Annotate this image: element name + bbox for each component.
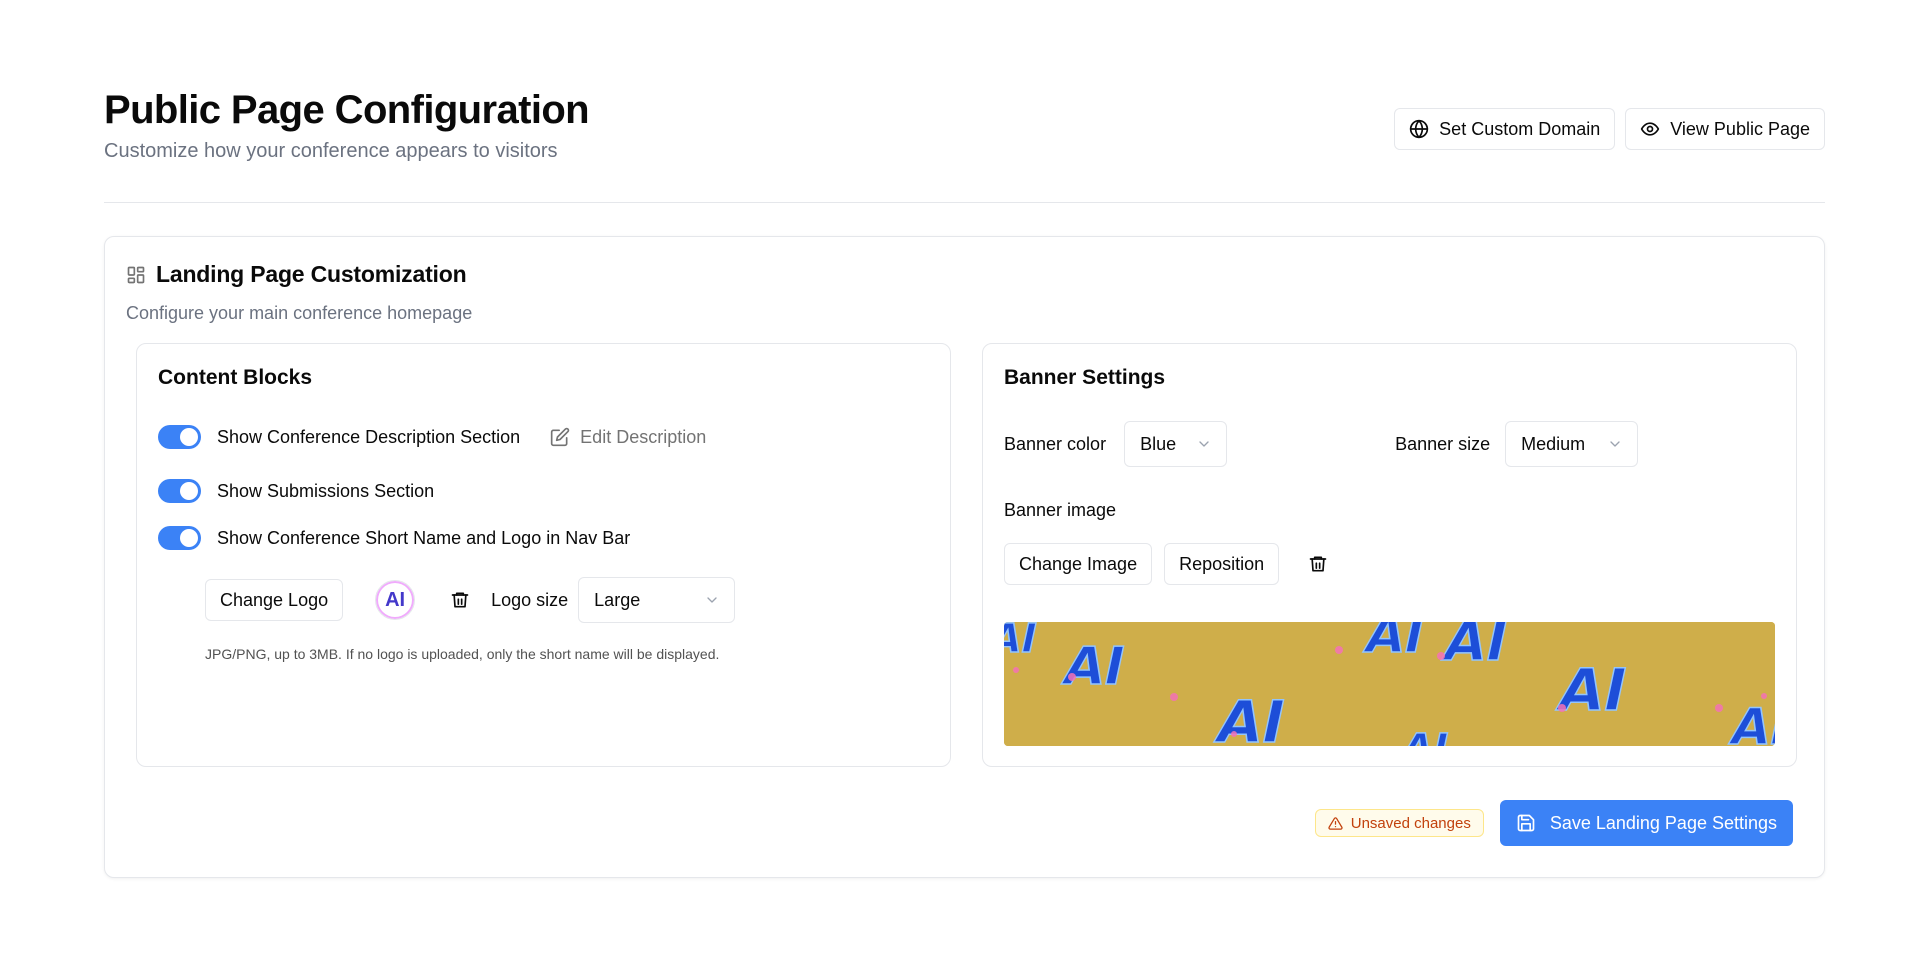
banner-size-value: Medium [1521, 433, 1586, 454]
banner-size-label: Banner size [1395, 433, 1491, 454]
change-logo-button[interactable]: Change Logo [205, 579, 344, 621]
footer-actions: Unsaved changes Save Landing Page Settin… [1314, 800, 1793, 846]
header-actions: Set Custom Domain View Public Page [1394, 108, 1825, 150]
page-title: Public Page Configuration [104, 88, 590, 132]
toggle-row-description: Show Conference Description Section Edit… [158, 425, 706, 449]
unsaved-changes-label: Unsaved changes [1350, 814, 1471, 832]
warning-icon [1328, 816, 1343, 830]
toggle-label: Show Conference Description Section [217, 426, 521, 447]
logo-size-label: Logo size [491, 589, 569, 610]
chevron-down-icon [707, 597, 717, 603]
view-public-page-label: View Public Page [1670, 118, 1810, 139]
set-custom-domain-label: Set Custom Domain [1439, 118, 1601, 139]
set-custom-domain-button[interactable]: Set Custom Domain [1394, 108, 1616, 150]
card-subtitle: Configure your main conference homepage [126, 303, 473, 323]
toggle-label: Show Submissions Section [217, 480, 435, 501]
page-subtitle: Customize how your conference appears to… [104, 140, 558, 162]
page-header: Public Page Configuration Customize how … [104, 84, 590, 163]
globe-icon [1410, 119, 1429, 139]
banner-letters: AI [1211, 689, 1292, 746]
banner-options-row: Banner color Blue Banner size Medium [1004, 421, 1639, 467]
toggle-knob [180, 428, 198, 446]
save-landing-page-label: Save Landing Page Settings [1549, 812, 1777, 833]
save-landing-page-button[interactable]: Save Landing Page Settings [1499, 800, 1793, 846]
navbar-logo-toggle[interactable] [158, 526, 201, 550]
banner-size-select[interactable]: Medium [1505, 421, 1639, 467]
toggle-knob [180, 529, 198, 547]
toggle-knob [180, 482, 198, 500]
chevron-down-icon [1199, 441, 1209, 447]
logo-preview: AI [375, 580, 416, 620]
change-image-button[interactable]: Change Image [1004, 543, 1153, 585]
content-blocks-panel: Content Blocks Show Conference Descripti… [136, 343, 951, 767]
layout-grid-icon [127, 266, 145, 283]
toggle-row-navbar: Show Conference Short Name and Logo in N… [158, 526, 630, 550]
trash-icon [451, 592, 469, 608]
banner-image: AI AI AI AI AI AI AI AI [1004, 622, 1775, 746]
eye-icon [1641, 122, 1660, 136]
unsaved-changes-badge: Unsaved changes [1314, 809, 1484, 837]
edit-description-label: Edit Description [580, 426, 707, 447]
card-header: Landing Page Customization [126, 261, 467, 288]
header-divider [104, 202, 1825, 203]
banner-image-preview: AI AI AI AI AI AI AI AI [1004, 622, 1775, 746]
content-blocks-title: Content Blocks [158, 366, 313, 389]
submissions-section-toggle[interactable] [158, 479, 201, 503]
change-logo-label: Change Logo [220, 589, 329, 610]
banner-color-value: Blue [1140, 433, 1177, 454]
banner-color-label: Banner color [1004, 433, 1107, 454]
banner-color-select[interactable]: Blue [1124, 421, 1228, 467]
logo-size-value: Large [594, 589, 641, 610]
banner-settings-panel: Banner Settings Banner color Blue Banner… [982, 343, 1797, 767]
banner-settings-title: Banner Settings [1004, 366, 1166, 389]
logo-text: AI [385, 588, 406, 611]
reposition-button[interactable]: Reposition [1164, 543, 1280, 585]
description-section-toggle[interactable] [158, 425, 201, 449]
save-icon [1517, 814, 1535, 832]
logo-hint: JPG/PNG, up to 3MB. If no logo is upload… [205, 646, 720, 662]
view-public-page-button[interactable]: View Public Page [1625, 108, 1825, 150]
reposition-label: Reposition [1179, 553, 1265, 574]
trash-icon [1309, 556, 1327, 572]
logo-size-select[interactable]: Large [578, 577, 736, 623]
delete-banner-button[interactable] [1303, 549, 1333, 579]
banner-image-label: Banner image [1004, 500, 1117, 520]
banner-image-actions: Change Image Reposition [1004, 543, 1333, 585]
landing-page-card: Landing Page Customization Configure you… [104, 236, 1825, 878]
edit-icon [551, 427, 570, 447]
card-title: Landing Page Customization [156, 261, 467, 287]
edit-description-button[interactable]: Edit Description [550, 427, 706, 448]
delete-logo-button[interactable] [445, 585, 475, 615]
toggle-label: Show Conference Short Name and Logo in N… [217, 527, 631, 548]
toggle-row-submissions: Show Submissions Section [158, 479, 434, 503]
chevron-down-icon [1610, 441, 1620, 447]
logo-controls: Change Logo AI Logo size Large [205, 577, 736, 623]
change-image-label: Change Image [1019, 553, 1138, 574]
